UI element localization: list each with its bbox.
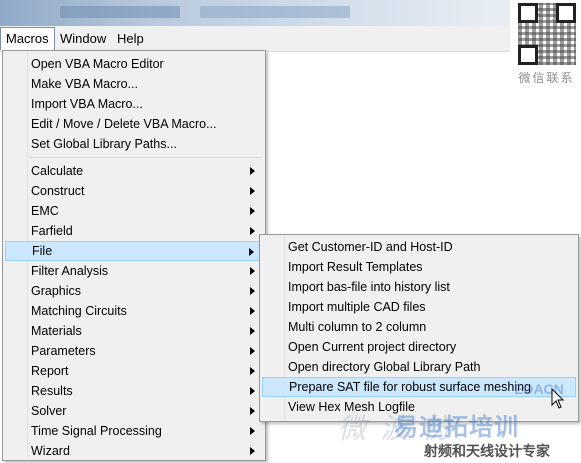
- menu-window[interactable]: Window: [55, 28, 111, 49]
- menu-item-label: Construct: [31, 184, 85, 198]
- menu-bar: Macros Window Help: [0, 26, 510, 52]
- submenu-arrow-icon: [250, 287, 255, 295]
- file-menu-item-multi-column-to-2-column[interactable]: Multi column to 2 column: [262, 317, 576, 337]
- submenu-arrow-icon: [250, 307, 255, 315]
- menu-item-label: Matching Circuits: [31, 304, 127, 318]
- submenu-item-parameters[interactable]: Parameters: [5, 341, 263, 361]
- menu-help[interactable]: Help: [112, 28, 149, 49]
- qr-corner: [518, 3, 538, 23]
- menu-item-import-vba-macro[interactable]: Import VBA Macro...: [5, 94, 263, 114]
- submenu-arrow-icon: [250, 407, 255, 415]
- menu-item-open-vba-macro-editor[interactable]: Open VBA Macro Editor: [5, 54, 263, 74]
- menu-item-label: Calculate: [31, 164, 84, 178]
- file-menu-item-open-current-project-directory[interactable]: Open Current project directory: [262, 337, 576, 357]
- submenu-item-filter-analysis[interactable]: Filter Analysis: [5, 261, 263, 281]
- submenu-item-file[interactable]: File: [5, 241, 263, 261]
- submenu-item-calculate[interactable]: Calculate: [5, 161, 263, 181]
- menu-item-label: Materials: [31, 324, 82, 338]
- menu-item-label: Solver: [31, 404, 67, 418]
- submenu-item-matching-circuits[interactable]: Matching Circuits: [5, 301, 263, 321]
- file-menu-item-prepare-sat-file-for-robust-surface-meshing[interactable]: Prepare SAT file for robust surface mesh…: [262, 377, 576, 397]
- submenu-item-construct[interactable]: Construct: [5, 181, 263, 201]
- window-titlebar: [0, 0, 510, 26]
- watermark-tagline: 射频和天线设计专家: [424, 444, 550, 460]
- submenu-arrow-icon: [250, 327, 255, 335]
- submenu-arrow-icon: [250, 367, 255, 375]
- menu-item-label: File: [32, 244, 53, 258]
- submenu-item-wizard[interactable]: Wizard: [5, 441, 263, 461]
- menu-item-make-vba-macro[interactable]: Make VBA Macro...: [5, 74, 263, 94]
- macros-dropdown: Open VBA Macro Editor Make VBA Macro... Im…: [2, 50, 266, 461]
- menu-item-label: Wizard: [31, 444, 70, 458]
- submenu-item-results[interactable]: Results: [5, 381, 263, 401]
- menu-item-label: Filter Analysis: [31, 264, 109, 278]
- submenu-item-report[interactable]: Report: [5, 361, 263, 381]
- submenu-arrow-icon: [250, 267, 255, 275]
- qr-corner: [518, 45, 538, 65]
- menu-item-label: Graphics: [31, 284, 82, 298]
- mouse-cursor-icon: [551, 388, 565, 409]
- file-menu-item-view-hex-mesh-logfile[interactable]: View Hex Mesh Logfile: [262, 397, 576, 417]
- submenu-item-materials[interactable]: Materials: [5, 321, 263, 341]
- qr-code: 微信联系: [512, 0, 581, 90]
- file-menu-item-import-result-templates[interactable]: Import Result Templates: [262, 257, 576, 277]
- submenu-arrow-icon: [250, 427, 255, 435]
- blurred-tab: [200, 6, 350, 18]
- blurred-tab: [60, 6, 180, 18]
- submenu-item-emc[interactable]: EMC: [5, 201, 263, 221]
- file-menu-item-get-customer-id-and-host-id[interactable]: Get Customer-ID and Host-ID: [262, 237, 576, 257]
- menu-item-label: Report: [31, 364, 69, 378]
- file-submenu: Get Customer-ID and Host-ID Import Result…: [259, 234, 579, 422]
- submenu-item-solver[interactable]: Solver: [5, 401, 263, 421]
- submenu-item-graphics[interactable]: Graphics: [5, 281, 263, 301]
- menu-item-label: EMC: [31, 204, 59, 218]
- submenu-arrow-icon: [250, 207, 255, 215]
- submenu-item-time-signal-processing[interactable]: Time Signal Processing: [5, 421, 263, 441]
- submenu-arrow-icon: [249, 248, 254, 256]
- file-menu-item-open-directory-global-library-path[interactable]: Open directory Global Library Path: [262, 357, 576, 377]
- qr-corner: [556, 3, 576, 23]
- menu-item-label: Time Signal Processing: [31, 424, 162, 438]
- menu-macros[interactable]: Macros: [0, 27, 55, 50]
- file-menu-item-import-bas-file-into-history-list[interactable]: Import bas-file into history list: [262, 277, 576, 297]
- menu-item-label: Parameters: [31, 344, 96, 358]
- submenu-arrow-icon: [250, 347, 255, 355]
- submenu-item-farfield[interactable]: Farfield: [5, 221, 263, 241]
- menu-item-set-global-library-paths[interactable]: Set Global Library Paths...: [5, 134, 263, 154]
- menu-item-label: Farfield: [31, 224, 73, 238]
- menu-separator: [29, 157, 263, 158]
- menu-item-label: Results: [31, 384, 73, 398]
- submenu-arrow-icon: [250, 447, 255, 455]
- submenu-arrow-icon: [250, 167, 255, 175]
- submenu-arrow-icon: [250, 187, 255, 195]
- menu-item-edit-move-delete-vba-macro[interactable]: Edit / Move / Delete VBA Macro...: [5, 114, 263, 134]
- submenu-arrow-icon: [250, 227, 255, 235]
- submenu-arrow-icon: [250, 387, 255, 395]
- qr-caption: 微信联系: [518, 71, 575, 85]
- file-menu-item-import-multiple-cad-files[interactable]: Import multiple CAD files: [262, 297, 576, 317]
